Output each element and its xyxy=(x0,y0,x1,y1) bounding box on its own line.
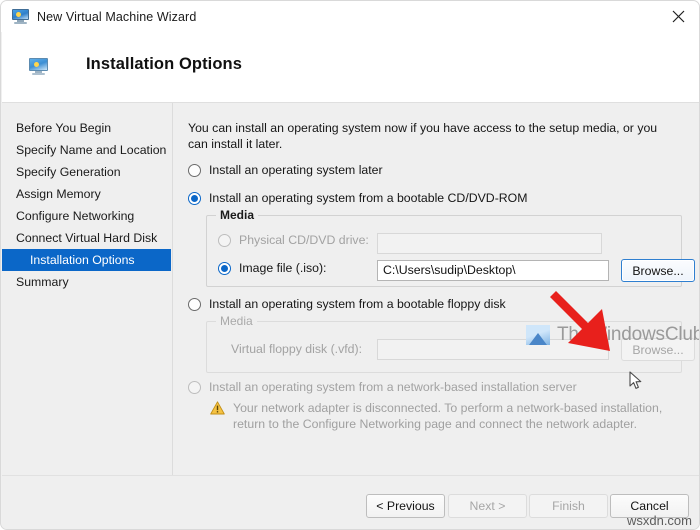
network-warning-text: Your network adapter is disconnected. To… xyxy=(233,400,680,432)
image-file-input[interactable]: C:\Users\sudip\Desktop\ xyxy=(377,260,609,281)
window-title: New Virtual Machine Wizard xyxy=(37,10,196,24)
page-header: Installation Options xyxy=(2,32,700,103)
previous-button[interactable]: < Previous xyxy=(366,494,445,518)
content-pane: You can install an operating system now … xyxy=(174,103,700,475)
option-install-later[interactable]: Install an operating system later xyxy=(188,163,383,177)
wsxdn-watermark: wsxdn.com xyxy=(627,513,692,528)
sidebar-item-configure-networking[interactable]: Configure Networking xyxy=(2,205,172,227)
page-title: Installation Options xyxy=(86,55,242,74)
wizard-footer: < Previous Next > Finish Cancel wsxdn.co… xyxy=(2,475,700,530)
floppy-media-groupbox: Media Virtual floppy disk (.vfd): Browse… xyxy=(206,321,682,373)
intro-description: You can install an operating system now … xyxy=(188,120,672,152)
sidebar-item-specify-generation[interactable]: Specify Generation xyxy=(2,161,172,183)
option-install-from-floppy-label: Install an operating system from a boota… xyxy=(209,297,506,311)
radio-image-file[interactable] xyxy=(218,262,231,275)
warning-icon xyxy=(210,401,225,415)
title-bar: New Virtual Machine Wizard xyxy=(1,1,700,32)
option-install-from-cd-dvd-label: Install an operating system from a boota… xyxy=(209,191,527,205)
radio-install-from-cd-dvd[interactable] xyxy=(188,192,201,205)
wizard-window: New Virtual Machine Wizard Installation … xyxy=(0,0,700,530)
image-file-browse-button[interactable]: Browse... xyxy=(621,259,695,282)
cd-media-groupbox: Media Physical CD/DVD drive: Image file … xyxy=(206,215,682,287)
option-physical-cd-dvd-drive: Physical CD/DVD drive: xyxy=(218,233,369,247)
option-install-from-network-label: Install an operating system from a netwo… xyxy=(209,380,577,394)
option-install-from-network: Install an operating system from a netwo… xyxy=(188,380,577,394)
virtual-machine-icon xyxy=(29,58,48,75)
wizard-body: Before You Begin Specify Name and Locati… xyxy=(2,103,700,475)
sidebar-item-summary[interactable]: Summary xyxy=(2,271,172,293)
physical-cd-dvd-drive-label: Physical CD/DVD drive: xyxy=(239,233,369,247)
sidebar-item-specify-name-and-location[interactable]: Specify Name and Location xyxy=(2,139,172,161)
option-install-later-label: Install an operating system later xyxy=(209,163,383,177)
radio-install-from-network xyxy=(188,381,201,394)
cd-media-group-title: Media xyxy=(216,208,258,222)
floppy-media-group-title: Media xyxy=(216,314,257,328)
radio-install-later[interactable] xyxy=(188,164,201,177)
next-button: Next > xyxy=(448,494,527,518)
physical-cd-dvd-drive-select xyxy=(377,233,602,254)
virtual-floppy-disk-label: Virtual floppy disk (.vfd): xyxy=(231,342,362,356)
virtual-floppy-disk-input xyxy=(377,339,609,360)
sidebar-item-connect-virtual-hard-disk[interactable]: Connect Virtual Hard Disk xyxy=(2,227,172,249)
radio-physical-cd-dvd-drive xyxy=(218,234,231,247)
sidebar-item-before-you-begin[interactable]: Before You Begin xyxy=(2,117,172,139)
option-image-file[interactable]: Image file (.iso): xyxy=(218,261,326,275)
sidebar-item-installation-options[interactable]: Installation Options xyxy=(2,249,171,271)
network-warning: Your network adapter is disconnected. To… xyxy=(210,400,680,432)
option-install-from-cd-dvd[interactable]: Install an operating system from a boota… xyxy=(188,191,527,205)
virtual-machine-icon xyxy=(12,9,29,24)
virtual-floppy-disk-browse-button: Browse... xyxy=(621,338,695,361)
image-file-label: Image file (.iso): xyxy=(239,261,326,275)
option-install-from-floppy[interactable]: Install an operating system from a boota… xyxy=(188,297,506,311)
sidebar-item-assign-memory[interactable]: Assign Memory xyxy=(2,183,172,205)
wizard-steps-sidebar: Before You Begin Specify Name and Locati… xyxy=(2,103,173,475)
close-icon[interactable] xyxy=(655,1,700,32)
radio-install-from-floppy[interactable] xyxy=(188,298,201,311)
finish-button: Finish xyxy=(529,494,608,518)
